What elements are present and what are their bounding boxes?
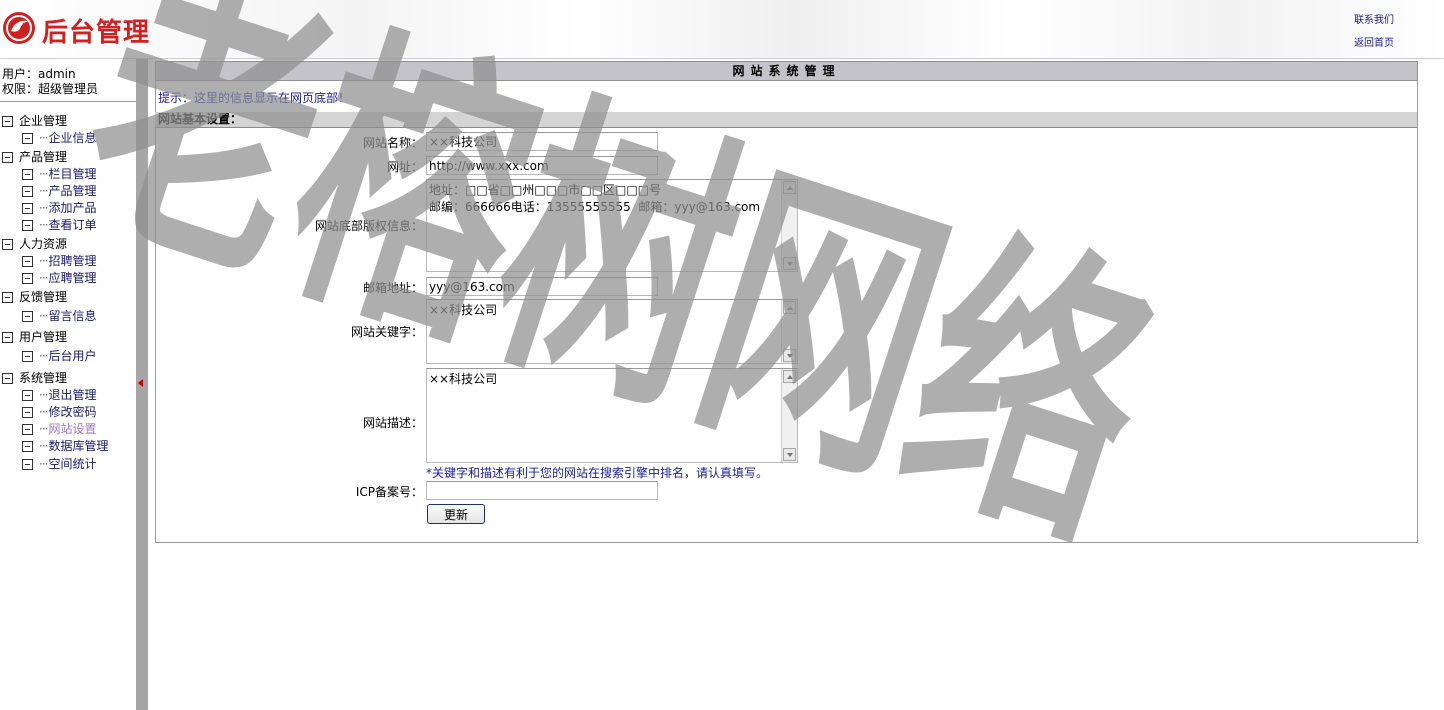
tip-text: 提示：这里的信息显示在网页底部！ [158, 91, 351, 105]
sidebar-item-messages[interactable]: ···留言信息 [22, 307, 96, 324]
sidebar-splitter[interactable] [136, 59, 148, 710]
scroll-up-arrow-icon[interactable] [783, 370, 796, 383]
minus-box-icon [22, 273, 33, 284]
minus-box-icon [22, 133, 33, 144]
sidebar-item-label: 后台用户 [48, 349, 97, 363]
minus-box-icon [22, 351, 33, 362]
sidebar-item-label: 添加产品 [48, 201, 97, 215]
sidebar-item-label: 应聘管理 [48, 271, 97, 285]
sidebar-item-label: 栏目管理 [48, 167, 97, 181]
sidebar-group-users[interactable]: 用户管理 [2, 328, 67, 345]
sidebar-item-category[interactable]: ···栏目管理 [22, 165, 96, 182]
scroll-down-arrow-icon[interactable] [783, 349, 796, 362]
sidebar-item-view-orders[interactable]: ···查看订单 [22, 216, 96, 233]
sidebar-group-enterprise[interactable]: 企业管理 [2, 112, 67, 129]
sidebar-group-products[interactable]: 产品管理 [2, 148, 67, 165]
sidebar-item-product-manage[interactable]: ···产品管理 [22, 182, 96, 199]
site-url-label: 网址： [386, 160, 423, 174]
sidebar-item-label: 数据库管理 [48, 439, 109, 453]
footer-info-label: 网站底部版权信息： [314, 219, 423, 233]
minus-box-icon [22, 169, 33, 180]
sidebar-group-label: 反馈管理 [19, 290, 68, 304]
minus-box-icon [22, 459, 33, 470]
sidebar-item-label: 修改密码 [48, 405, 97, 419]
back-home-link[interactable]: 返回首页 [1354, 34, 1394, 49]
section-header: 网站基本设置： [155, 112, 1417, 128]
footer-info-textarea[interactable]: 地址：□□省□□州□□□市□□区□□□号 邮编：666666电话：1355555… [426, 179, 798, 272]
sidebar-group-label: 系统管理 [19, 371, 68, 385]
email-label: 邮箱地址： [362, 281, 423, 295]
icp-label: ICP备案号： [355, 485, 423, 499]
bird-logo-icon [3, 12, 35, 44]
sidebar-item-logout[interactable]: ···退出管理 [22, 386, 96, 403]
sidebar-item-space-stats[interactable]: ···空间统计 [22, 455, 96, 472]
sidebar-item-recruit[interactable]: ···招聘管理 [22, 252, 96, 269]
sidebar-item-add-product[interactable]: ···添加产品 [22, 199, 96, 216]
update-button[interactable]: 更新 [427, 504, 485, 524]
sidebar-item-label: 查看订单 [48, 218, 97, 232]
sidebar-group-system[interactable]: 系统管理 [2, 369, 67, 386]
minus-box-icon [22, 407, 33, 418]
description-textarea[interactable]: ××科技公司 [426, 368, 798, 463]
seo-hint-text: *关键字和描述有利于您的网站在搜索引擎中排名，请认真填写。 [426, 466, 769, 480]
keywords-scrollbar[interactable] [781, 300, 797, 363]
minus-box-icon [22, 311, 33, 322]
collapse-left-arrow-icon[interactable] [138, 379, 143, 387]
minus-box-icon[interactable] [2, 152, 13, 163]
contact-us-link[interactable]: 联系我们 [1354, 11, 1394, 26]
sidebar-item-label: 产品管理 [48, 184, 97, 198]
site-name-input[interactable] [426, 132, 658, 151]
sidebar-group-label: 企业管理 [19, 114, 68, 128]
sidebar-group-label: 产品管理 [19, 150, 68, 164]
sidebar-item-change-password[interactable]: ···修改密码 [22, 403, 96, 420]
email-input[interactable] [426, 277, 658, 296]
logo-text: 后台管理 [42, 18, 151, 48]
sidebar-item-site-settings[interactable]: ···网站设置 [22, 420, 96, 437]
description-label: 网站描述： [362, 416, 423, 430]
sidebar-item-database[interactable]: ···数据库管理 [22, 437, 108, 454]
sidebar-group-label: 用户管理 [19, 330, 68, 344]
sidebar-item-label: 空间统计 [48, 457, 97, 471]
scroll-up-arrow-icon[interactable] [783, 301, 796, 314]
sidebar-group-label: 人力资源 [19, 237, 68, 251]
sidebar-item-admin-users[interactable]: ···后台用户 [22, 347, 96, 364]
minus-box-icon [22, 390, 33, 401]
sidebar-item-enterprise-info[interactable]: ···企业信息 [22, 129, 96, 146]
scroll-down-arrow-icon[interactable] [783, 448, 796, 461]
keywords-label: 网站关键字： [350, 325, 423, 339]
scroll-down-arrow-icon[interactable] [783, 257, 796, 270]
sidebar-item-label: 网站设置 [48, 422, 97, 436]
site-url-input[interactable] [426, 156, 658, 175]
footer-info-scrollbar[interactable] [781, 180, 797, 271]
minus-box-icon [22, 424, 33, 435]
icp-input[interactable] [426, 481, 658, 500]
sidebar-item-label: 企业信息 [48, 131, 97, 145]
minus-box-icon[interactable] [2, 239, 13, 250]
keywords-textarea[interactable]: ××科技公司 [426, 299, 798, 364]
role-info: 权限：超级管理员 [2, 82, 99, 96]
minus-box-icon[interactable] [2, 116, 13, 127]
minus-box-icon [22, 441, 33, 452]
minus-box-icon [22, 203, 33, 214]
sidebar-item-label: 退出管理 [48, 388, 97, 402]
site-name-label: 网站名称： [362, 136, 423, 150]
sidebar-group-hr[interactable]: 人力资源 [2, 235, 67, 252]
minus-box-icon[interactable] [2, 332, 13, 343]
minus-box-icon [22, 186, 33, 197]
minus-box-icon [22, 220, 33, 231]
scroll-up-arrow-icon[interactable] [783, 181, 796, 194]
minus-box-icon[interactable] [2, 292, 13, 303]
minus-box-icon [22, 256, 33, 267]
sidebar: 用户：admin 权限：超级管理员 企业管理 ···企业信息 产品管理 ···栏… [0, 59, 136, 710]
sidebar-item-applicants[interactable]: ···应聘管理 [22, 269, 96, 286]
description-scrollbar[interactable] [781, 369, 797, 462]
sidebar-divider [0, 101, 136, 102]
header-bar: 后台管理 联系我们 返回首页 [0, 0, 1444, 59]
sidebar-group-feedback[interactable]: 反馈管理 [2, 288, 67, 305]
sidebar-item-label: 留言信息 [48, 309, 97, 323]
minus-box-icon[interactable] [2, 373, 13, 384]
sidebar-item-label: 招聘管理 [48, 254, 97, 268]
page-title: 网站系统管理 [155, 61, 1418, 81]
